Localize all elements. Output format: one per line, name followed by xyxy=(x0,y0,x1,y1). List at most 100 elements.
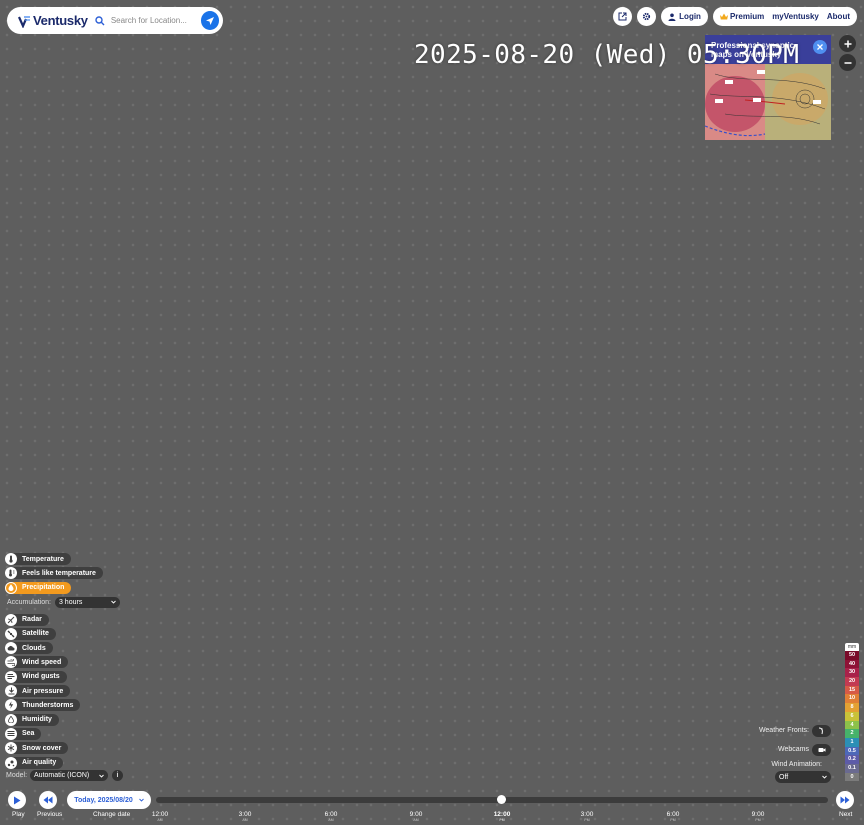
search-input[interactable] xyxy=(108,15,201,26)
search-area xyxy=(95,7,201,34)
wind-gust-icon xyxy=(5,670,17,683)
layer-humidity[interactable]: Humidity xyxy=(5,713,59,726)
settings-button[interactable] xyxy=(637,7,657,26)
timeline-tick[interactable]: 12:00 AM xyxy=(145,811,175,822)
synoptic-map-image xyxy=(705,64,831,140)
accumulation-select[interactable]: 3 hours xyxy=(54,596,120,608)
date-select[interactable]: Today, 2025/08/20 xyxy=(67,791,151,809)
crown-icon xyxy=(719,13,728,20)
open-new-window-button[interactable] xyxy=(613,7,633,26)
layer-temperature[interactable]: Temperature xyxy=(5,553,71,565)
satellite-icon xyxy=(5,627,17,640)
precipitation-legend: mm 50 40 30 20 15 10 8 6 4 2 1 0.5 0.2 0.1 0 xyxy=(845,643,859,782)
feels-like-icon xyxy=(5,567,17,580)
layer-sea[interactable]: Sea xyxy=(5,727,42,740)
layer-label: Feels like temperature xyxy=(22,569,96,577)
snowflake-icon xyxy=(5,742,17,755)
chevron-down-icon xyxy=(138,798,144,802)
layer-label: Wind gusts xyxy=(22,673,60,681)
user-icon xyxy=(668,13,676,21)
timeline-handle[interactable] xyxy=(497,795,506,804)
layer-satellite[interactable]: Satellite xyxy=(5,627,56,640)
droplet-icon xyxy=(5,581,17,594)
wind-animation-value: Off xyxy=(779,773,789,781)
fast-forward-icon xyxy=(840,796,850,804)
promo-close-button[interactable] xyxy=(813,40,827,54)
layer-label: Precipitation xyxy=(22,584,65,592)
legend-level: 40 xyxy=(845,659,859,669)
login-button[interactable]: Login xyxy=(661,7,708,26)
layer-snow-cover[interactable]: Snow cover xyxy=(5,742,69,755)
humidity-icon xyxy=(5,713,17,726)
timeline-tick[interactable]: 3:00 PM xyxy=(572,811,602,822)
weather-fronts-toggle[interactable] xyxy=(812,725,831,737)
ventusky-logo[interactable]: Ventusky xyxy=(18,13,89,28)
model-select[interactable]: Automatic (ICON) xyxy=(30,770,109,781)
weather-fronts-row: Weather Fronts: xyxy=(759,727,809,734)
accumulation-value: 3 hours xyxy=(58,598,83,606)
timeline-track[interactable] xyxy=(156,797,828,803)
play-button[interactable] xyxy=(8,791,26,809)
layer-label: Radar xyxy=(22,616,42,624)
model-value: Automatic (ICON) xyxy=(34,772,90,779)
play-icon xyxy=(14,796,21,804)
external-link-icon xyxy=(618,12,627,21)
date-value: Today, 2025/08/20 xyxy=(74,796,133,804)
layer-air-quality[interactable]: Air quality xyxy=(5,756,64,769)
layer-label: Air quality xyxy=(22,759,57,767)
accumulation-row: Accumulation: 3 hours xyxy=(7,596,120,608)
next-button[interactable] xyxy=(836,791,854,809)
layer-wind-speed[interactable]: Wind speed xyxy=(5,656,69,669)
layer-precipitation[interactable]: Precipitation xyxy=(5,581,72,594)
previous-button[interactable] xyxy=(39,791,57,809)
zoom-in-button[interactable] xyxy=(839,35,856,52)
legend-level: 0.1 xyxy=(845,763,859,773)
layer-wind-gusts[interactable]: Wind gusts xyxy=(5,670,67,683)
top-right-toolbar: Login Premium myVentusky About xyxy=(613,7,857,26)
wind-animation-select[interactable]: Off xyxy=(775,771,831,783)
timeline-tick-current[interactable]: 12:00 PM xyxy=(487,811,517,822)
timeline-tick[interactable]: 6:00 AM xyxy=(316,811,346,822)
legend-level: 10 xyxy=(845,694,859,704)
timeline-tick[interactable]: 9:00 AM xyxy=(401,811,431,822)
chevron-down-icon xyxy=(822,775,827,779)
legend-level: 50 xyxy=(845,651,859,660)
model-info-button[interactable]: i xyxy=(112,770,124,781)
legend-scale: 50 40 30 20 15 10 8 6 4 2 1 0.5 0.2 0.1 0 xyxy=(845,651,859,782)
legend-level: 4 xyxy=(845,720,859,730)
air-quality-icon xyxy=(5,756,17,769)
locate-button[interactable] xyxy=(200,11,219,30)
webcams-toggle[interactable] xyxy=(812,744,831,756)
layer-label: Humidity xyxy=(22,716,52,724)
waves-icon xyxy=(5,727,17,740)
close-icon xyxy=(817,44,823,50)
layer-clouds[interactable]: Clouds xyxy=(5,642,53,655)
layer-feels-like[interactable]: Feels like temperature xyxy=(5,567,103,580)
layer-thunderstorms[interactable]: Thunderstorms xyxy=(5,699,81,712)
weather-fronts-label: Weather Fronts: xyxy=(758,727,809,734)
zoom-out-button[interactable] xyxy=(839,54,856,71)
model-row: Model: Automatic (ICON) i xyxy=(6,770,124,781)
webcams-row: Webcams xyxy=(778,746,809,753)
timeline-tick[interactable]: 3:00 AM xyxy=(230,811,260,822)
logo-text: Ventusky xyxy=(33,13,88,28)
change-date-caption: Change date xyxy=(93,811,131,818)
myventusky-link[interactable]: myVentusky xyxy=(772,12,819,21)
timeline-tick[interactable]: 6:00 PM xyxy=(658,811,688,822)
search-icon xyxy=(95,15,105,25)
premium-label: Premium xyxy=(729,12,765,21)
premium-link[interactable]: Premium xyxy=(719,12,765,21)
layer-menu: Temperature Feels like temperature Preci… xyxy=(5,553,120,771)
legend-level: 30 xyxy=(845,668,859,678)
cloud-icon xyxy=(5,642,17,655)
premium-menu: Premium myVentusky About xyxy=(712,7,857,26)
legend-level: 8 xyxy=(845,703,859,712)
layer-radar[interactable]: Radar xyxy=(5,613,49,626)
thermometer-icon xyxy=(5,553,17,565)
layer-label: Thunderstorms xyxy=(22,701,74,709)
timeline-tick[interactable]: 9:00 PM xyxy=(743,811,773,822)
layer-air-pressure[interactable]: Air pressure xyxy=(5,685,71,698)
wind-animation-row: Wind Animation: xyxy=(771,761,822,768)
legend-level: 20 xyxy=(845,677,859,686)
about-link[interactable]: About xyxy=(827,12,850,21)
